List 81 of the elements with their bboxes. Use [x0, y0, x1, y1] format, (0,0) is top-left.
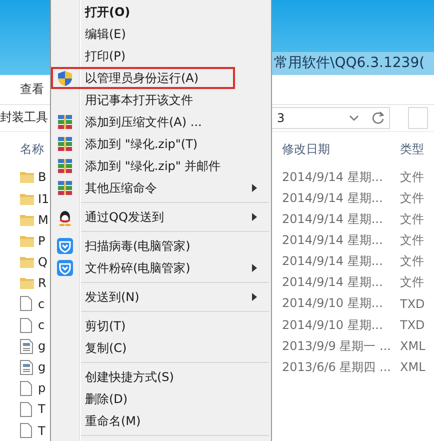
file-name: c [38, 296, 45, 311]
file-name: T [38, 424, 46, 438]
xml-file-icon [20, 338, 33, 354]
menu-item[interactable]: 通过QQ发送到 [51, 206, 271, 228]
document-icon [20, 402, 32, 417]
penguin-icon [57, 208, 73, 226]
archive-icon [57, 136, 73, 152]
folder-icon [20, 254, 34, 269]
type-cell-text: TXD [400, 318, 426, 332]
type-cell-text: XML [400, 339, 426, 354]
date-cell-text: 2014/9/14 星期... [282, 168, 384, 186]
folder-icon [20, 234, 34, 248]
menu-item[interactable]: 用记事本打开该文件 [51, 89, 271, 111]
file-name: c [38, 318, 45, 332]
type-cell-text: TXD [400, 296, 426, 311]
date-cell-text: 2014/9/14 星期... [282, 232, 384, 250]
file-name: g [38, 360, 46, 374]
menu-item[interactable]: 剪切(T) [51, 315, 271, 337]
address-field[interactable]: 3 [270, 106, 390, 129]
type-cell-text: 文件 [400, 253, 425, 270]
menu-item[interactable]: 打开(O) [51, 1, 271, 23]
type-cell-text: 文件 [400, 190, 425, 207]
shield-icon [57, 238, 73, 254]
menu-item[interactable]: 文件粉碎(电脑管家) [51, 257, 271, 279]
menu-item[interactable]: 扫描病毒(电脑管家) [51, 235, 271, 257]
menu-item[interactable]: 创建快捷方式(S) [51, 366, 271, 388]
menu-item[interactable]: 添加到 "绿化.zip" 并邮件 [51, 155, 271, 177]
menu-item[interactable]: 删除(D) [51, 388, 271, 410]
xml-file-icon [20, 360, 33, 375]
menu-item[interactable]: 复制(C) [51, 337, 271, 359]
file-name: M [38, 212, 48, 227]
file-name: R [38, 276, 46, 290]
menu-item[interactable]: 编辑(E) [51, 23, 271, 45]
file-name: T [38, 402, 46, 416]
folder-icon [20, 212, 34, 227]
document-icon [20, 423, 32, 438]
date-cell-text: 2014/9/10 星期... [282, 295, 384, 312]
menu-item[interactable]: 添加到 "绿化.zip"(T) [51, 133, 271, 155]
menu-item[interactable]: 其他压缩命令 [51, 177, 271, 199]
view-tab[interactable]: 查看 [20, 80, 44, 98]
column-header[interactable]: 类型 [400, 141, 434, 158]
document-icon [20, 296, 32, 312]
archive-icon [57, 114, 73, 130]
date-cell-text: 2013/9/9 星期一 ... [282, 338, 392, 355]
type-cell-text: 文件 [400, 274, 425, 292]
chevron-down-icon[interactable] [349, 114, 359, 122]
menu-item[interactable]: 添加到压缩文件(A) ... [51, 111, 271, 133]
search-field[interactable] [408, 106, 428, 129]
folder-icon [20, 276, 34, 290]
column-header[interactable]: 修改日期 [282, 141, 400, 158]
file-name: p [38, 381, 46, 396]
document-icon [20, 380, 32, 396]
date-cell-text: 2014/9/14 星期... [282, 211, 384, 228]
menu-item[interactable]: 重命名(M) [51, 410, 271, 432]
refresh-icon[interactable] [371, 110, 385, 125]
date-cell-text: 2014/9/14 星期... [282, 253, 384, 270]
type-cell-text: XML [400, 360, 426, 374]
archive-icon [57, 158, 73, 174]
date-cell-text: 2014/9/14 星期... [282, 274, 384, 292]
folder-icon [20, 170, 34, 184]
shield-icon [57, 260, 73, 276]
file-name: P [38, 234, 46, 248]
file-name: B [38, 170, 46, 184]
shield-icon [57, 70, 73, 86]
date-cell-text: 2014/9/14 星期... [282, 190, 384, 207]
type-cell-text: 文件 [400, 168, 425, 186]
type-cell-text: 文件 [400, 232, 425, 250]
file-name: Q [38, 254, 48, 269]
ribbon-group-label: 封装工具 [0, 109, 48, 126]
file-name: g [38, 339, 46, 354]
archive-icon [57, 180, 73, 196]
file-name: I1 [38, 192, 50, 206]
folder-path: 常用软件\QQ6.3.1239( [270, 52, 434, 75]
menu-item[interactable]: 以管理员身份运行(A) [51, 67, 235, 89]
menu-item[interactable]: 发送到(N) [51, 286, 271, 308]
menu-item[interactable]: 打印(P) [51, 45, 271, 67]
folder-icon [20, 192, 34, 206]
type-cell-text: 文件 [400, 211, 425, 228]
date-cell-text: 2013/6/6 星期四 ... [282, 358, 392, 376]
document-icon [20, 318, 32, 333]
date-cell-text: 2014/9/10 星期... [282, 316, 384, 334]
